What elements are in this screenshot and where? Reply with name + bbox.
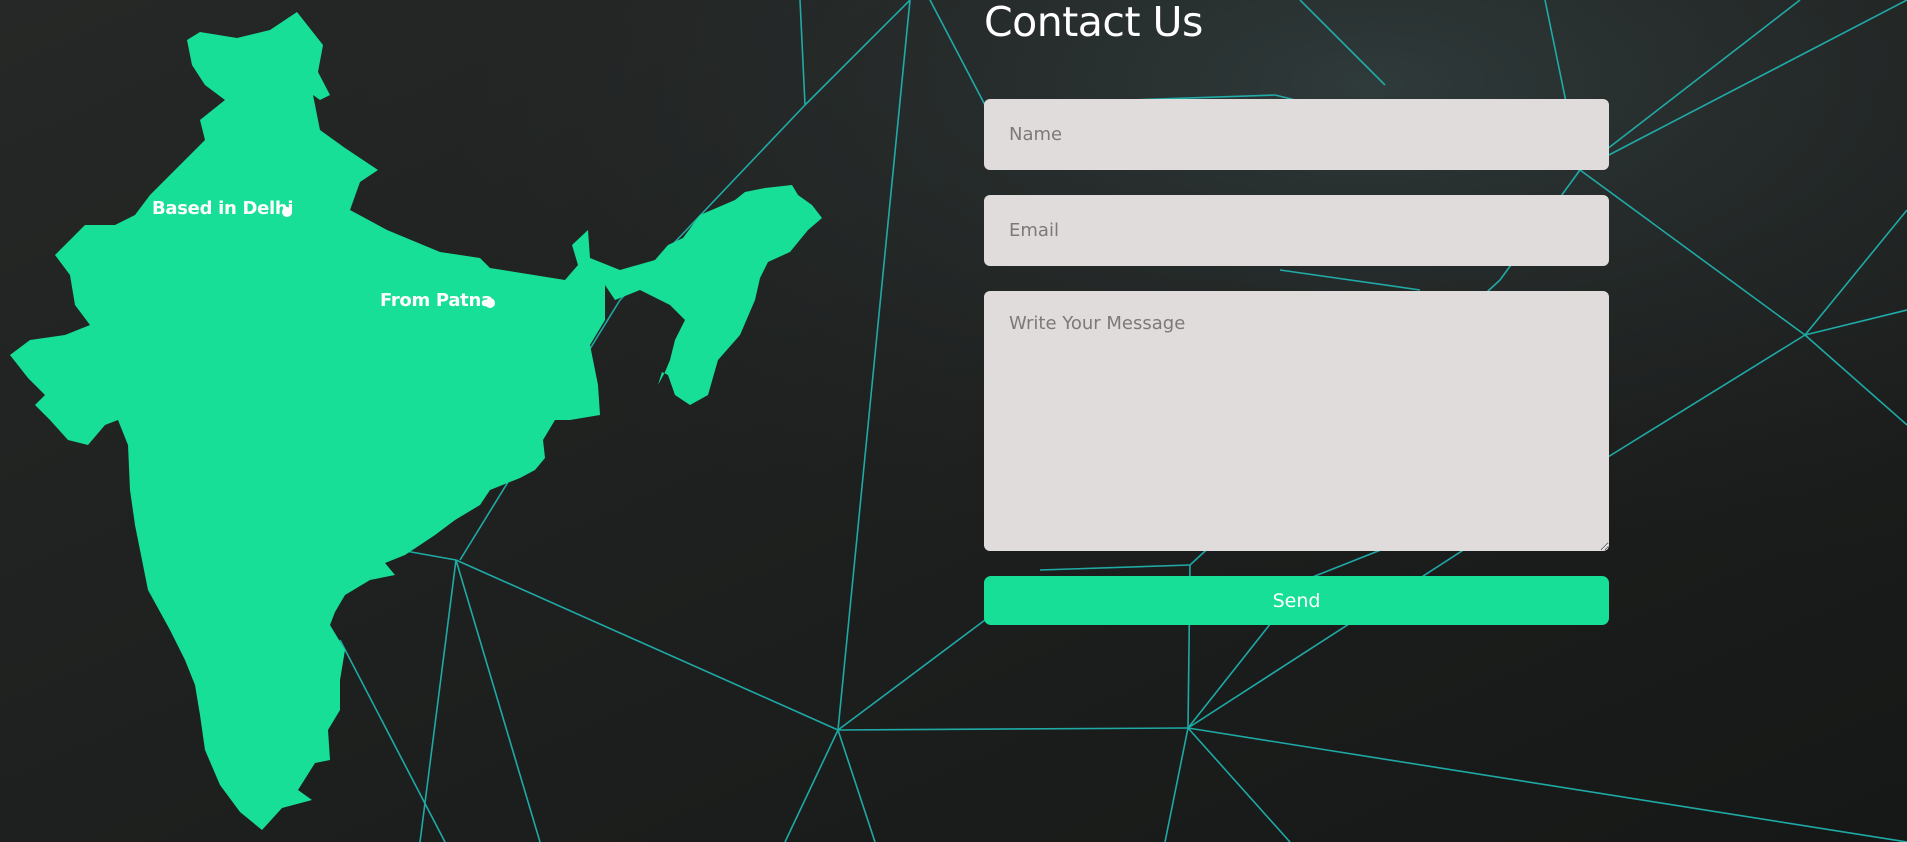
page-title: Contact Us (984, 0, 1203, 46)
email-field[interactable] (984, 195, 1609, 266)
patna-label: From Patna (380, 290, 493, 311)
patna-dot (485, 298, 495, 308)
delhi-label: Based in Delhi (152, 198, 294, 219)
delhi-dot (282, 207, 292, 217)
send-button[interactable]: Send (984, 576, 1609, 625)
india-map-shape (10, 12, 822, 830)
name-input[interactable] (984, 99, 1609, 170)
message-textarea[interactable] (984, 291, 1609, 551)
india-map (10, 12, 822, 830)
